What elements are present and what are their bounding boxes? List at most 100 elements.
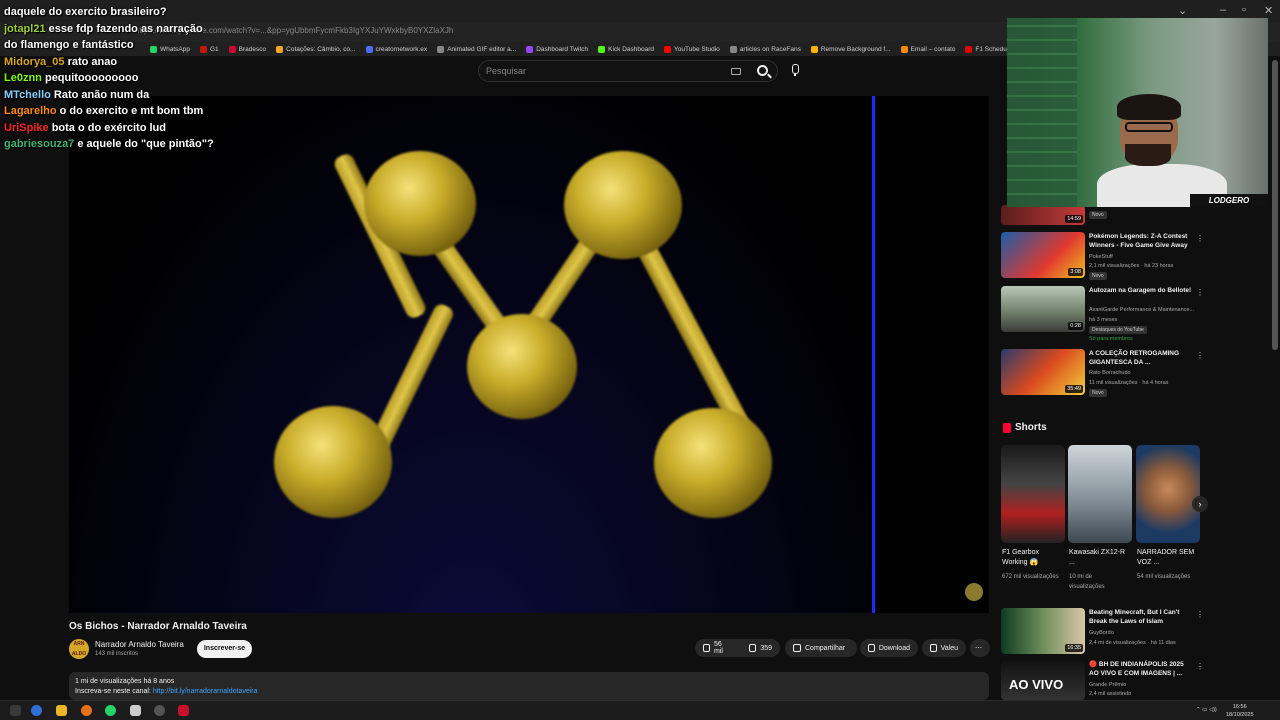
channel-name[interactable]: GuyBordo (1089, 630, 1114, 636)
description-link[interactable]: http://bit.ly/narradorarnaldotaveira (153, 688, 258, 695)
video-title[interactable]: Beating Minecraft, But I Can't Break the… (1089, 608, 1194, 626)
more-actions-button[interactable]: ⋯ (970, 639, 990, 657)
app-icon[interactable] (81, 705, 92, 716)
clock-date: 18/10/2025 (1226, 712, 1254, 718)
recommended-video[interactable]: 14:59 Novo (1001, 205, 1201, 225)
chat-username: gabriesouza7 (4, 138, 75, 150)
thumbs-down-icon[interactable] (749, 644, 757, 652)
channel-name[interactable]: PokeStuff (1089, 254, 1113, 260)
short-thumbnail[interactable] (1068, 445, 1132, 543)
short-thumbnail[interactable] (1001, 445, 1065, 543)
more-vert-icon[interactable]: ⋮ (1196, 288, 1204, 297)
bookmark-item[interactable]: Animated GIF editor a... (437, 45, 516, 53)
whatsapp-icon[interactable] (105, 705, 116, 716)
short-meta: 10 mi de visualizações (1069, 574, 1105, 590)
subscribe-button[interactable]: Inscrever-se (197, 640, 252, 658)
video-meta: 11 mil visualizações · há 4 horas (1089, 380, 1169, 386)
short-thumbnail[interactable] (1136, 445, 1200, 543)
duration-badge: 3:08 (1068, 268, 1083, 276)
recommended-video[interactable]: 35:49 A COLEÇÃO RETROGAMING GIGANTESCA D… (1001, 349, 1204, 397)
channel-name[interactable]: AvantGarde Performance & Maintenance... (1089, 307, 1194, 313)
video-thumbnail[interactable]: 0:28 (1001, 286, 1085, 332)
video-title[interactable]: A COLEÇÃO RETROGAMING GIGANTESCA DA ... (1089, 349, 1194, 367)
bookmark-item[interactable]: creatornetwork.ex (365, 45, 427, 53)
chat-message: Midorya_05 rato anao (4, 54, 234, 71)
channel-avatar[interactable]: ARN ALDO (69, 639, 89, 659)
more-vert-icon[interactable]: ⋮ (1196, 662, 1204, 671)
recommended-video[interactable]: 3:08 Pokémon Legends: Z-A Contest Winner… (1001, 232, 1204, 280)
chat-username: Lagarelho (4, 105, 57, 117)
video-description[interactable]: 1 mi de visualizações há 8 anos Inscreva… (69, 672, 989, 700)
bookmark-item[interactable]: Email – contato (900, 45, 955, 53)
microphone-icon[interactable] (788, 63, 802, 77)
more-vert-icon[interactable]: ⋮ (1196, 610, 1204, 619)
video-title[interactable]: 🔴 BH DE INDIANÁPOLIS 2025 AO VIVO E COM … (1089, 660, 1194, 678)
thanks-button[interactable]: Valeu (922, 639, 966, 657)
bookmark-icon (900, 45, 908, 53)
channel-watermark-icon[interactable] (965, 583, 983, 601)
video-thumbnail[interactable]: AO VIVO (1001, 660, 1085, 700)
recommended-video[interactable]: AO VIVO 🔴 BH DE INDIANÁPOLIS 2025 AO VIV… (1001, 660, 1204, 700)
search-input[interactable]: Pesquisar (486, 66, 526, 76)
app-icon[interactable] (178, 705, 189, 716)
search-icon[interactable] (757, 65, 768, 76)
chat-text: Rato anão num da (53, 88, 150, 101)
video-thumbnail[interactable]: 14:59 (1001, 205, 1085, 225)
streamer-logo: LODGERO (1190, 194, 1268, 207)
app-icon[interactable] (130, 705, 141, 716)
video-title[interactable]: Autozam na Garagem do Bellote! (1089, 286, 1194, 295)
short-title[interactable]: F1 Gearbox Working 😱 (1002, 548, 1062, 568)
recommended-video[interactable]: 0:28 Autozam na Garagem do Bellote! Avan… (1001, 286, 1204, 342)
video-player[interactable] (69, 96, 989, 613)
search-icon[interactable] (10, 705, 21, 716)
video-thumbnail[interactable]: 3:08 (1001, 232, 1085, 278)
bookmark-item[interactable]: Dashboard Twitch (526, 45, 588, 53)
chevron-down-icon[interactable]: ⌄ (1178, 4, 1187, 17)
close-icon[interactable]: ✕ (1264, 4, 1273, 17)
bookmark-item[interactable]: Bradesco (228, 45, 266, 53)
chat-username: UriSpike (4, 121, 49, 134)
video-thumbnail[interactable]: 35:49 (1001, 349, 1085, 395)
highlight-badge: Destaques do YouTube (1089, 326, 1147, 334)
chat-message: Lagarelho o do exercito e mt bom tbm (4, 103, 234, 120)
maximize-icon[interactable]: ▫ (1242, 4, 1246, 16)
obs-icon[interactable] (154, 705, 165, 716)
duration-badge: 0:28 (1068, 322, 1083, 330)
bookmark-label: Remove Background f... (820, 45, 891, 53)
bookmark-item[interactable]: Cotações: Câmbio, co... (276, 45, 356, 53)
share-button[interactable]: Compartilhar (785, 639, 857, 657)
tray-icons[interactable]: ⌃ ▭ ◁)) (1196, 706, 1217, 714)
search-box[interactable]: Pesquisar (478, 60, 778, 82)
more-vert-icon[interactable]: ⋮ (1196, 234, 1204, 243)
like-dislike-group: 56 mil 359 (695, 639, 780, 657)
keyboard-icon[interactable] (731, 68, 741, 75)
short-title[interactable]: NARRADOR SEM VOZ ... (1137, 548, 1197, 568)
bookmark-item[interactable]: articles on RaceFans (729, 45, 801, 53)
bookmark-item[interactable]: YouTube Studio (664, 45, 720, 53)
recommended-video[interactable]: 16:35 Beating Minecraft, But I Can't Bre… (1001, 608, 1204, 654)
live-thumbnail-text: AO VIVO (1009, 677, 1064, 692)
more-vert-icon[interactable]: ⋮ (1196, 351, 1204, 360)
bookmark-icon (365, 45, 373, 53)
download-button[interactable]: Download (860, 639, 918, 657)
browser-icon[interactable] (31, 705, 42, 716)
like-count[interactable]: 56 mil (714, 641, 730, 655)
bookmark-item[interactable]: Kick Dashboard (598, 45, 654, 53)
thumbs-up-icon[interactable] (703, 644, 711, 652)
clock[interactable]: 16:56 18/10/2025 (1226, 703, 1254, 719)
short-title[interactable]: Kawasaki ZX12-R ... (1069, 548, 1129, 568)
dislike-count[interactable]: 359 (760, 645, 772, 652)
page-scrollbar[interactable] (1272, 60, 1278, 350)
logo-ball (364, 151, 476, 256)
minimize-icon[interactable]: – (1220, 4, 1226, 16)
chevron-right-icon[interactable]: › (1192, 496, 1208, 512)
channel-name[interactable]: Narrador Arnaldo Taveira (95, 640, 184, 649)
bookmark-item[interactable]: Remove Background f... (810, 45, 891, 53)
folder-icon[interactable] (56, 705, 67, 716)
bookmark-label: articles on RaceFans (739, 45, 801, 53)
chat-text: o do exercito e mt bom tbm (59, 105, 204, 117)
video-title[interactable]: Pokémon Legends: Z-A Contest Winners - F… (1089, 232, 1194, 250)
channel-name[interactable]: Rato Borrachudo (1089, 370, 1131, 376)
channel-name[interactable]: Grande Prêmio (1089, 682, 1126, 688)
video-thumbnail[interactable]: 16:35 (1001, 608, 1085, 654)
